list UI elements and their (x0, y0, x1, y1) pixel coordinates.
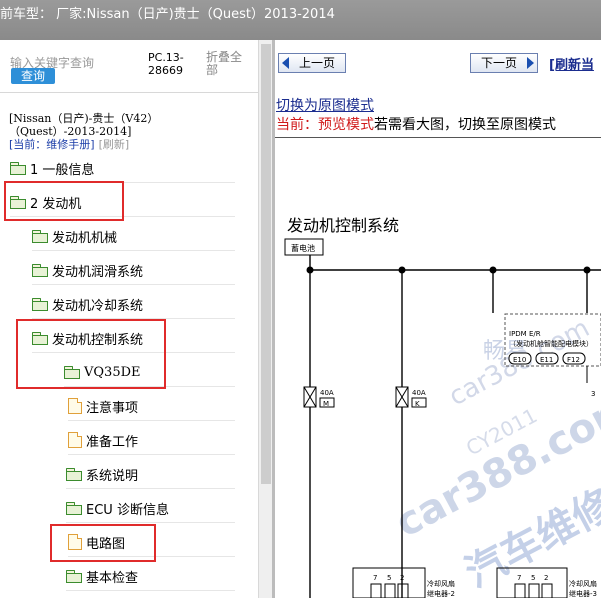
refresh-link[interactable]: [刷新] (99, 138, 130, 151)
content-panel: 上一页 下一页 [刷新当 切换为原图模式 当前：预览模式若需看大图，切换至原图模… (275, 40, 601, 598)
svg-text:7: 7 (517, 574, 521, 582)
title-bar: 前车型： 厂家:Nissan（日产)贵士（Quest）2013-2014 (0, 0, 601, 40)
svg-text:冷却风扇: 冷却风扇 (569, 579, 597, 588)
arrow-left-icon (282, 57, 289, 69)
prev-page-button[interactable]: 上一页 (278, 53, 346, 73)
junction-dot (583, 266, 591, 274)
svg-text:继电器-2: 继电器-2 (427, 589, 455, 598)
svg-text:5: 5 (387, 574, 391, 582)
tree-scrollbar[interactable] (258, 40, 273, 598)
preview-notice: 当前：预览模式若需看大图，切换至原图模式 (276, 117, 556, 133)
window-title: 前车型： 厂家:Nissan（日产)贵士（Quest）2013-2014 (0, 7, 335, 22)
junction-dot (398, 266, 406, 274)
current-label: [当前：维修手册] (9, 138, 95, 151)
folder-icon (32, 298, 48, 311)
junction-dot (306, 266, 314, 274)
document-icon (68, 398, 82, 414)
highlight-wiring-diagram (50, 524, 156, 562)
folder-icon (10, 162, 26, 175)
document-icon (68, 432, 82, 448)
battery-label: 蓄电池 (291, 243, 315, 253)
tree-item-precautions[interactable]: 注意事项 (68, 396, 138, 416)
highlight-engine (4, 181, 124, 221)
ipdm-title: IPDM E/R (509, 330, 541, 338)
diagram-title: 发动机控制系统 (287, 216, 399, 235)
tree-item-system-description[interactable]: 系统说明 (66, 464, 138, 484)
tree-item-engine-cooling[interactable]: 发动机冷却系统 (32, 294, 143, 314)
svg-text:冷却风扇: 冷却风扇 (427, 579, 455, 588)
current-manual: [当前：维修手册] [刷新] (9, 136, 129, 152)
svg-text:F12: F12 (567, 356, 580, 364)
wiring-diagram: 畅易 car388.com CY2011 car388.com 汽车维修 发动机… (284, 216, 601, 598)
tree-item-engine-mechanical[interactable]: 发动机机械 (32, 226, 117, 246)
arrow-right-icon (527, 57, 534, 69)
switch-original-mode-link[interactable]: 切换为原图模式 (276, 95, 374, 115)
refresh-current-link[interactable]: [刷新当 (549, 54, 594, 73)
relay-2-box (352, 567, 426, 598)
svg-text:继电器-3: 继电器-3 (569, 589, 597, 598)
model-path: [Nissan（日产)-贵士（V42）（Quest）-2013-2014] (9, 112, 159, 138)
svg-text:7: 7 (373, 574, 377, 582)
junction-dot (489, 266, 497, 274)
tree-item-basic-inspection[interactable]: 基本检查 (66, 566, 138, 586)
svg-text:2: 2 (544, 574, 548, 582)
svg-text:E11: E11 (540, 356, 553, 364)
search-button[interactable]: 查询 (11, 68, 55, 84)
svg-text:40A: 40A (320, 389, 334, 397)
folder-icon (66, 570, 82, 583)
collapse-all-link[interactable]: 折叠全部 (206, 51, 248, 77)
folder-icon (32, 230, 48, 243)
folder-icon (66, 502, 82, 515)
tree-item-preparation[interactable]: 准备工作 (68, 430, 138, 450)
ipdm-subtitle: （发动机舱智能配电模块） (509, 339, 593, 348)
folder-icon (32, 264, 48, 277)
svg-text:3: 3 (591, 390, 595, 398)
svg-text:E10: E10 (513, 356, 526, 364)
divider (0, 92, 258, 93)
next-page-button[interactable]: 下一页 (470, 53, 538, 73)
svg-text:K: K (415, 400, 420, 408)
highlight-engine-control (16, 319, 166, 389)
left-panel: 输入关键字查询 查询 PC.13-28669 折叠全部 [Nissan（日产)-… (0, 40, 258, 598)
svg-text:M: M (323, 400, 329, 408)
scrollbar-thumb[interactable] (261, 44, 271, 484)
folder-icon (66, 468, 82, 481)
svg-text:5: 5 (531, 574, 535, 582)
doc-code: PC.13-28669 (148, 51, 184, 77)
tree-item-general-info[interactable]: 1 一般信息 (10, 158, 94, 178)
tree-item-ecu-diagnosis[interactable]: ECU 诊断信息 (66, 498, 169, 518)
svg-text:40A: 40A (412, 389, 426, 397)
tree-item-engine-lubrication[interactable]: 发动机润滑系统 (32, 260, 143, 280)
svg-text:2: 2 (400, 574, 404, 582)
